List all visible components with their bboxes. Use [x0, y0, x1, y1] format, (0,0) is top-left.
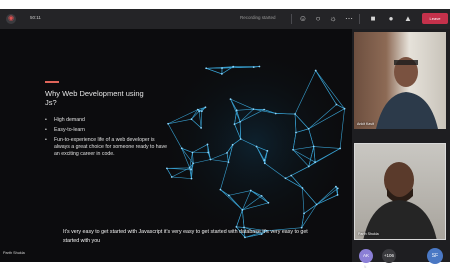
- chat-icon[interactable]: ○: [313, 14, 323, 24]
- slide-bullet: Easy-to-learn: [45, 127, 170, 134]
- leave-button[interactable]: Leave: [422, 13, 448, 24]
- toolbar-divider: [359, 14, 360, 24]
- title-accent-bar: [45, 81, 59, 83]
- participant-panel: Ankit Kavit Parth Shukla AK N +106 SF: [352, 29, 450, 262]
- avatar-initials: SF: [432, 253, 438, 259]
- participant-video-tile[interactable]: Ankit Kavit: [354, 32, 446, 129]
- more-icon[interactable]: ⋯: [344, 14, 354, 24]
- camera-icon[interactable]: ■: [368, 14, 378, 24]
- participant-video: [354, 32, 446, 129]
- live-caption: It's very easy to get started with Javas…: [63, 228, 313, 245]
- shared-screen: Why Web Development using Js? High deman…: [0, 29, 352, 262]
- people-icon[interactable]: ☺: [298, 14, 308, 24]
- participant-name-label: Parth Shukla: [358, 232, 379, 236]
- slide-bullet: High demand: [45, 117, 170, 124]
- slide-bullet: Fun-to-experience life of a web develope…: [45, 137, 170, 158]
- network-globe-graphic: [150, 39, 352, 249]
- share-icon[interactable]: ▲: [403, 14, 413, 24]
- meeting-timer: 50:11: [30, 15, 41, 20]
- meeting-toolbar: ◉ 50:11 Recording started ☺ ○ ☼ ⋯ ■ ● ▲ …: [0, 9, 450, 29]
- participant-avatar[interactable]: AK: [359, 249, 373, 263]
- more-participants-button[interactable]: +106: [382, 249, 396, 263]
- leave-button-label: Leave: [430, 16, 441, 21]
- participant-name-label: Ankit Kavit: [357, 122, 374, 126]
- avatar-sub-label: N: [364, 265, 366, 269]
- recording-status: Recording started: [240, 15, 276, 20]
- participant-video: [355, 144, 446, 240]
- more-participants-count: +106: [384, 253, 394, 258]
- meeting-window: ◉ 50:11 Recording started ☺ ○ ☼ ⋯ ■ ● ▲ …: [0, 9, 450, 262]
- slide-title: Why Web Development using Js?: [45, 89, 145, 107]
- toolbar-divider: [291, 14, 292, 24]
- shield-icon[interactable]: ◉: [6, 14, 16, 24]
- mic-icon[interactable]: ●: [386, 14, 396, 24]
- slide-bullet-list: High demand Easy-to-learn Fun-to-experie…: [45, 117, 170, 161]
- presenter-name: Parth Shukla: [3, 251, 25, 255]
- avatar-initials: AK: [363, 253, 369, 258]
- reactions-icon[interactable]: ☼: [328, 14, 338, 24]
- participant-video-tile[interactable]: Parth Shukla: [354, 143, 446, 240]
